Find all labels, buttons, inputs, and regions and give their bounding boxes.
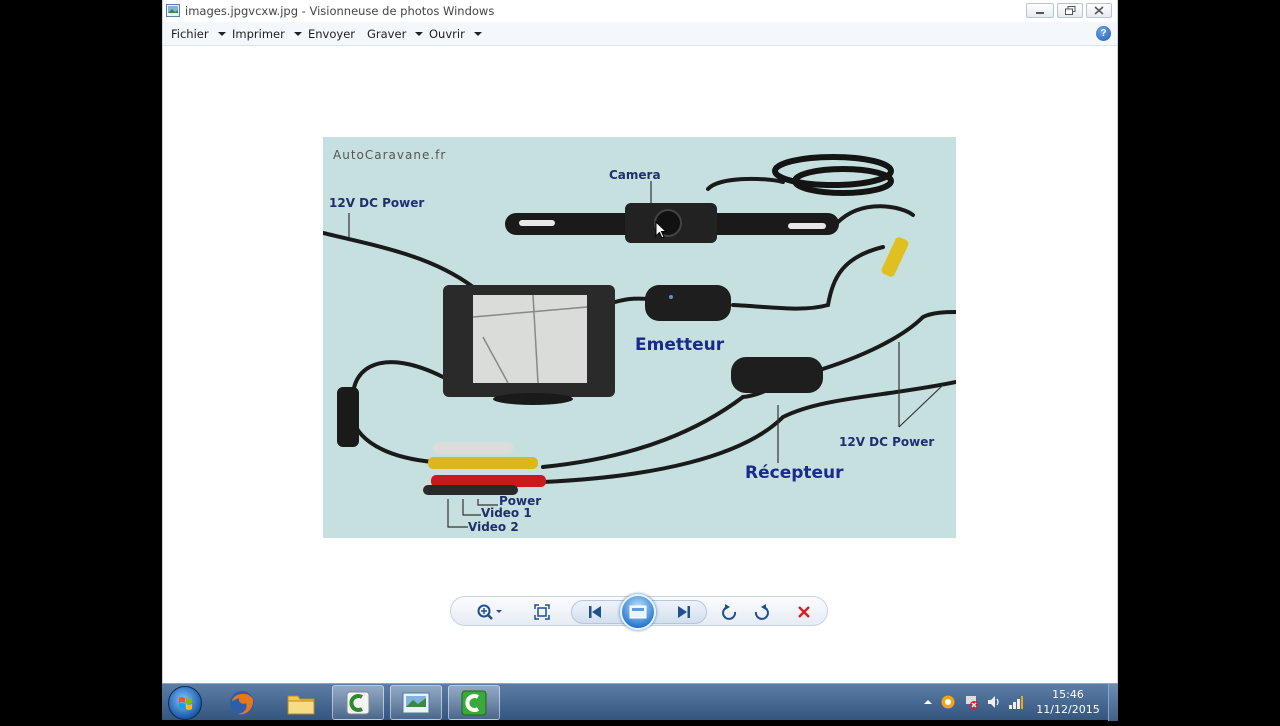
clock-time: 15:46 xyxy=(1052,688,1084,701)
tray-app-icon xyxy=(941,695,955,709)
tray-network[interactable] xyxy=(1008,694,1024,710)
minimize-button[interactable] xyxy=(1026,3,1054,18)
delete-icon xyxy=(798,606,810,618)
photo-viewer-app-icon xyxy=(166,4,180,17)
photo-viewer-window: images.jpgvcxw.jpg - Visionneuse de phot… xyxy=(162,0,1118,683)
menu-envoyer[interactable]: Envoyer xyxy=(308,27,355,41)
taskbar-photo-viewer[interactable] xyxy=(390,685,442,720)
menu-graver[interactable]: Graver xyxy=(367,27,424,41)
rotate-left-button[interactable] xyxy=(719,601,741,623)
mouse-cursor-icon xyxy=(655,221,667,239)
taskbar: 15:46 11/12/2015 xyxy=(162,683,1118,721)
label-video-1: Video 1 xyxy=(481,506,532,520)
menu-imprimer-label: Imprimer xyxy=(232,27,285,41)
taskbar-camtasia-recorder[interactable] xyxy=(448,685,500,720)
fit-window-button[interactable] xyxy=(531,601,553,623)
show-hidden-icons-button[interactable] xyxy=(920,694,936,710)
label-video-2: Video 2 xyxy=(468,520,519,534)
next-button[interactable] xyxy=(673,601,695,623)
zoom-button[interactable] xyxy=(475,601,505,623)
taskbar-clock[interactable]: 15:46 11/12/2015 xyxy=(1032,687,1104,717)
volume-icon xyxy=(988,696,999,708)
taskbar-camtasia[interactable] xyxy=(332,685,384,720)
label-camera: Camera xyxy=(609,168,661,182)
file-explorer-icon xyxy=(287,695,315,714)
menu-bar: Fichier Imprimer Envoyer Graver Ouvrir ? xyxy=(163,22,1117,46)
start-button[interactable] xyxy=(168,686,202,720)
firefox-icon xyxy=(230,690,254,715)
tray-action-center[interactable] xyxy=(963,694,979,710)
menu-envoyer-label: Envoyer xyxy=(308,27,356,41)
help-icon[interactable]: ? xyxy=(1096,26,1111,41)
action-center-icon xyxy=(966,696,978,709)
show-desktop-button[interactable] xyxy=(1108,684,1118,721)
chevron-down-icon xyxy=(415,32,424,36)
minimize-icon xyxy=(1036,11,1044,14)
menu-fichier-label: Fichier xyxy=(171,27,209,41)
photo-viewer-icon xyxy=(402,692,430,713)
taskbar-file-explorer[interactable] xyxy=(275,685,327,720)
next-icon xyxy=(678,606,690,618)
menu-fichier[interactable]: Fichier xyxy=(171,27,226,41)
label-recepteur: Récepteur xyxy=(745,463,844,483)
windows-logo-icon xyxy=(179,697,192,710)
camtasia-recorder-icon xyxy=(461,690,487,715)
menu-ouvrir-label: Ouvrir xyxy=(429,27,465,41)
taskbar-firefox[interactable] xyxy=(216,685,268,720)
fit-window-icon xyxy=(534,604,550,620)
previous-icon xyxy=(589,606,601,618)
photo-watermark: AutoCaravane.fr xyxy=(333,148,447,162)
zoom-icon xyxy=(477,604,502,620)
window-title: images.jpgvcxw.jpg - Visionneuse de phot… xyxy=(185,4,495,18)
network-signal-icon xyxy=(1009,696,1023,709)
image-viewport[interactable]: AutoCaravane.fr Camera 12V DC Power Emet… xyxy=(163,47,1117,637)
tray-app[interactable] xyxy=(940,694,956,710)
menu-ouvrir[interactable]: Ouvrir xyxy=(429,27,482,41)
chevron-up-icon xyxy=(924,700,932,704)
label-power-right: 12V DC Power xyxy=(839,435,935,449)
close-icon xyxy=(1094,6,1104,15)
rotate-right-icon xyxy=(754,604,769,620)
clock-date: 11/12/2015 xyxy=(1036,703,1100,716)
chevron-down-icon xyxy=(217,32,226,36)
delete-button[interactable] xyxy=(793,601,815,623)
restore-button[interactable] xyxy=(1057,3,1083,18)
displayed-photo: AutoCaravane.fr Camera 12V DC Power Emet… xyxy=(323,137,956,538)
slideshow-icon xyxy=(629,605,647,619)
close-button[interactable] xyxy=(1086,3,1112,18)
label-power-left: 12V DC Power xyxy=(329,196,425,210)
previous-button[interactable] xyxy=(584,601,606,623)
camtasia-icon xyxy=(346,691,370,714)
rotate-left-icon xyxy=(722,604,737,620)
tray-volume[interactable] xyxy=(986,694,1002,710)
title-bar[interactable]: images.jpgvcxw.jpg - Visionneuse de phot… xyxy=(163,0,1117,22)
menu-graver-label: Graver xyxy=(367,27,407,41)
restore-icon xyxy=(1064,6,1075,15)
slideshow-button[interactable] xyxy=(620,594,656,630)
menu-imprimer[interactable]: Imprimer xyxy=(232,27,302,41)
rotate-right-button[interactable] xyxy=(750,601,772,623)
viewer-control-bar xyxy=(450,594,828,630)
label-emetteur: Emetteur xyxy=(635,335,725,355)
chevron-down-icon xyxy=(473,32,482,36)
chevron-down-icon xyxy=(293,32,302,36)
